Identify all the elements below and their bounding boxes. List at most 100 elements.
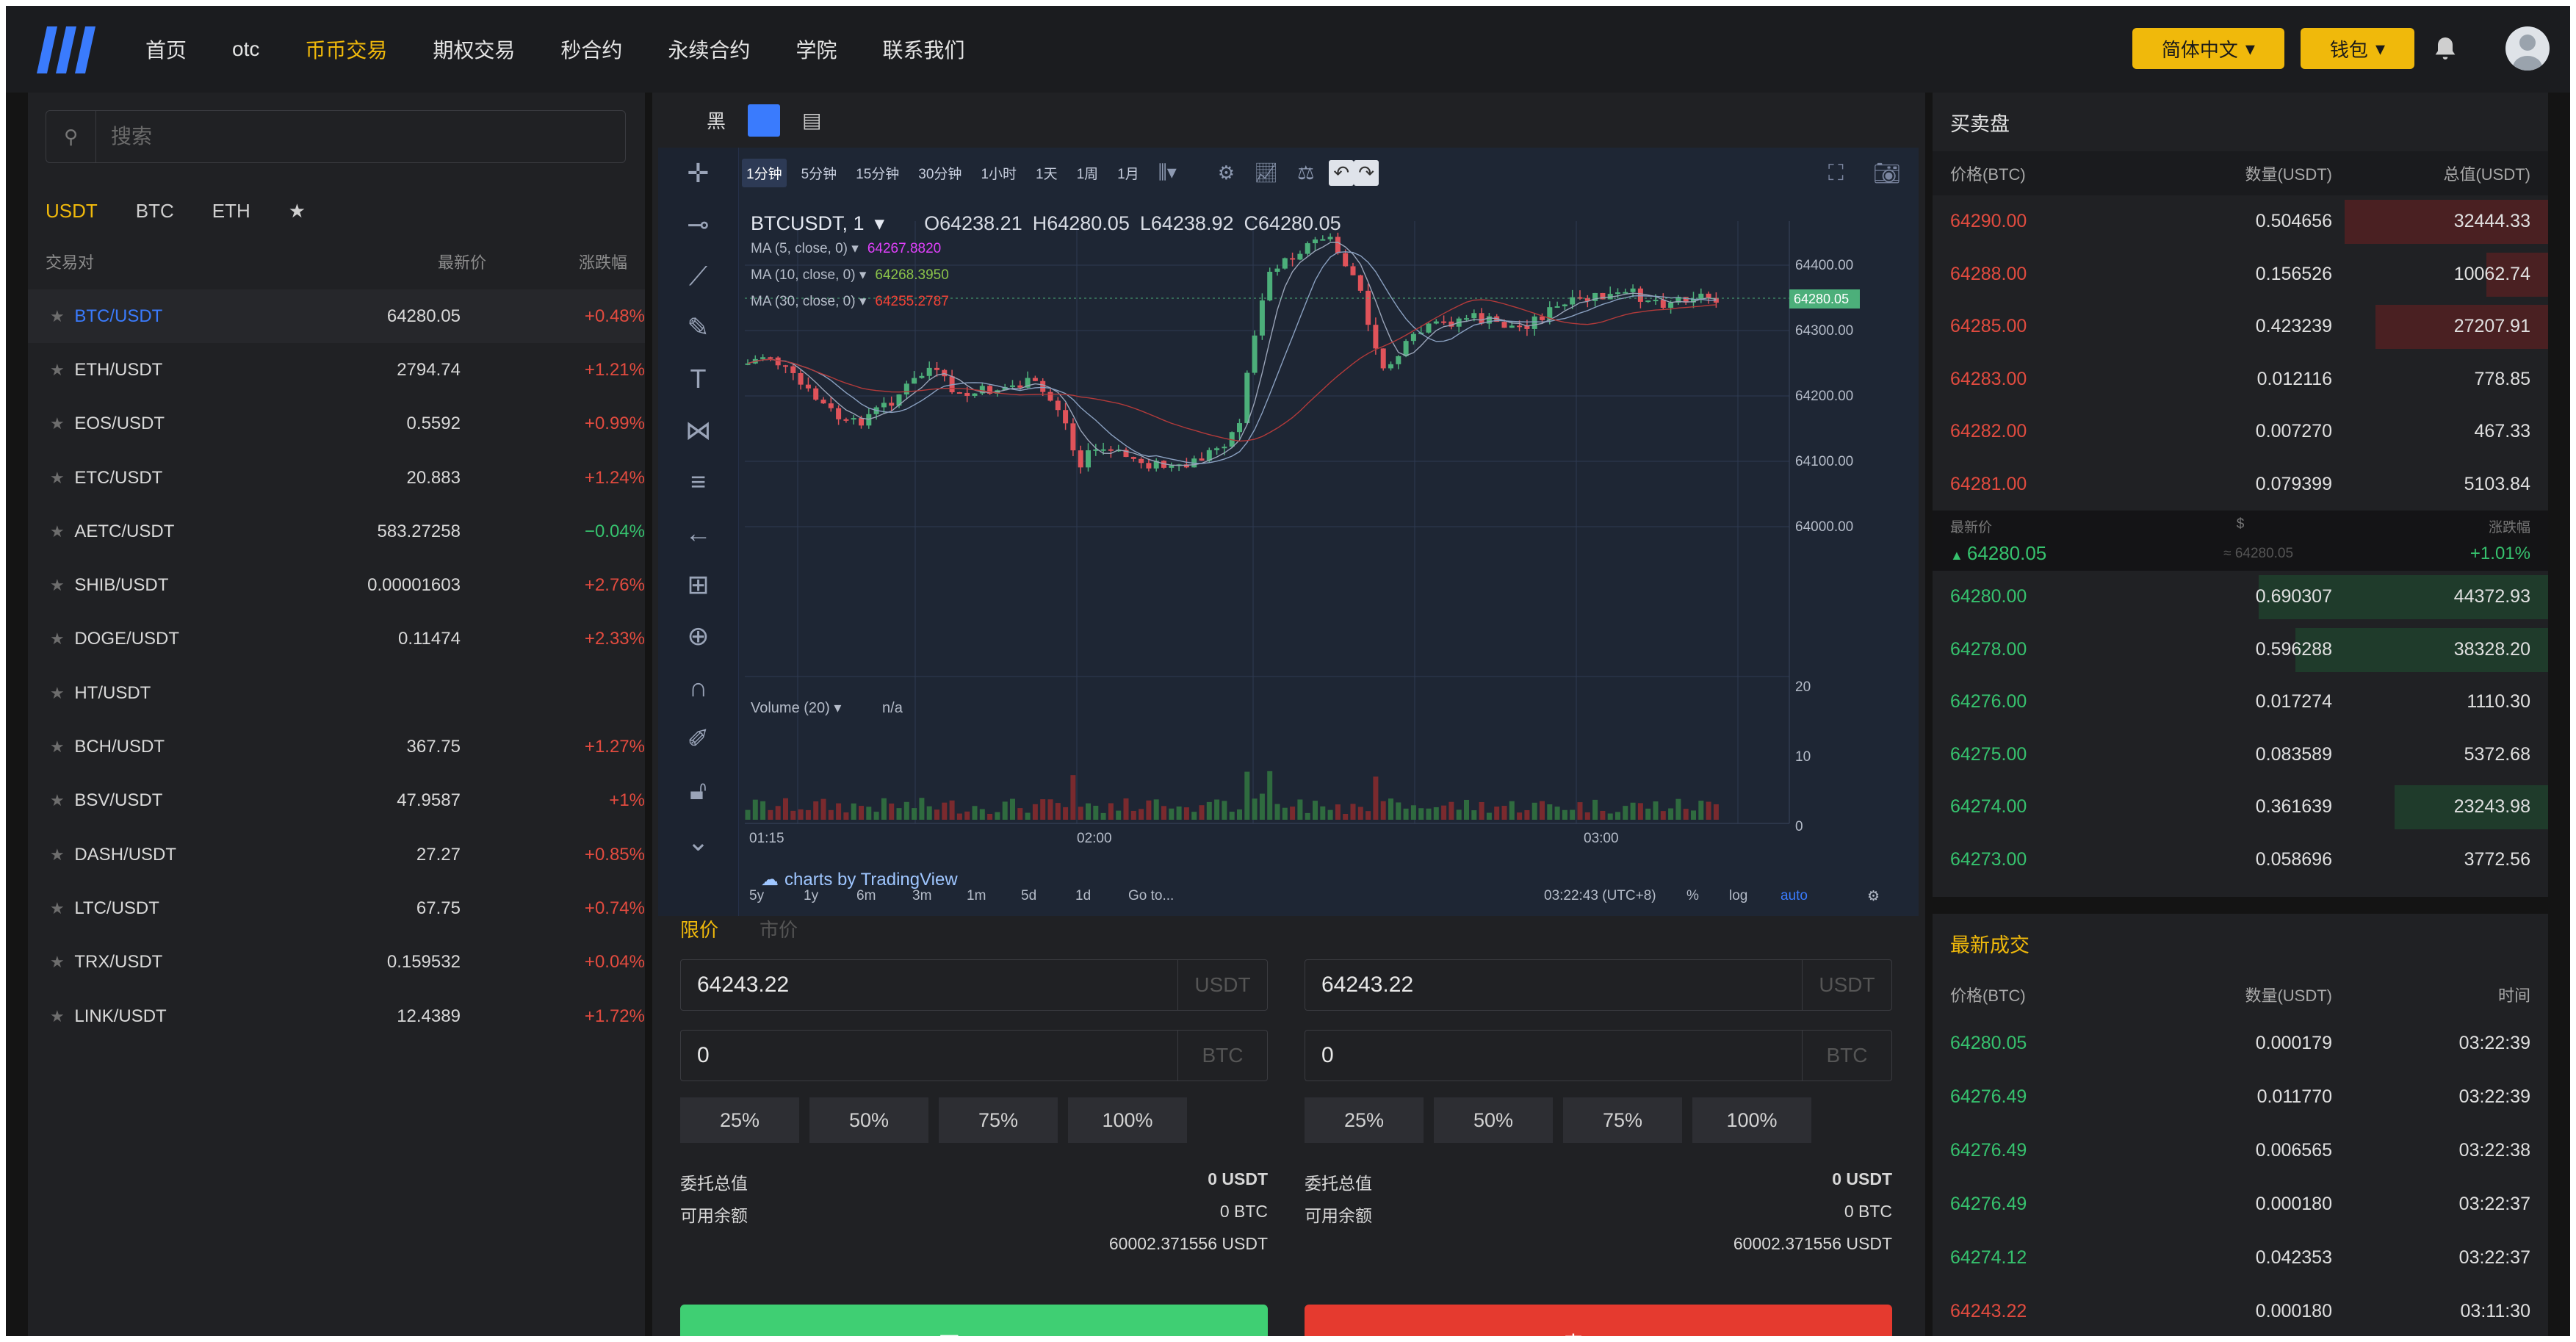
star-icon[interactable]: ★ [50,684,74,703]
ask-row[interactable]: 64282.00 0.007270 467.33 [1933,405,2548,458]
wallet-dropdown[interactable]: 钱包 ▾ [2300,28,2414,69]
market-pair-row[interactable]: ★ DASH/USDT 27.27 +0.85% [28,828,645,881]
star-icon[interactable]: ★ [50,576,74,595]
range-6m[interactable]: 6m [856,888,876,904]
range-1m[interactable]: 1m [967,888,986,904]
market-pair-row[interactable]: ★ ETC/USDT 20.883 +1.24% [28,451,645,505]
market-pair-row[interactable]: ★ TRX/USDT 0.159532 +0.04% [28,936,645,989]
bell-icon[interactable] [2431,34,2460,63]
ruler-icon[interactable]: ⊞ [658,559,738,610]
candle-type-icon[interactable]: ⫼▾ [1154,156,1181,189]
bid-row[interactable]: 64280.00 0.690307 44372.93 [1933,571,2548,624]
tf-1day[interactable]: 1天 [1031,159,1062,187]
tab-favorites[interactable]: ★ [289,200,306,223]
percent-scale-toggle[interactable]: % [1686,888,1699,904]
bid-row[interactable]: 64274.00 0.361639 23243.98 [1933,781,2548,834]
compare-icon[interactable]: ⚖ [1293,157,1318,189]
theme-dark-label[interactable]: 黑 [707,107,726,134]
brush-icon[interactable]: ✎ [658,302,738,353]
tf-5min[interactable]: 5分钟 [797,159,842,187]
chart-settings-icon[interactable]: ⚙ [1867,888,1880,905]
nav-perpetual[interactable]: 永续合约 [668,35,750,64]
ask-row[interactable]: 64290.00 0.504656 32444.33 [1933,195,2548,248]
avatar[interactable] [2505,26,2550,71]
zoom-in-icon[interactable]: ⊕ [658,610,738,662]
star-icon[interactable]: ★ [50,791,74,810]
trend-line-icon[interactable]: ⟋ [658,250,738,302]
star-icon[interactable]: ★ [50,414,74,433]
star-icon[interactable]: ★ [50,737,74,757]
market-pair-row[interactable]: ★ DOGE/USDT 0.11474 +2.33% [28,613,645,666]
tab-btc[interactable]: BTC [136,200,174,223]
tab-market[interactable]: 市价 [760,915,798,942]
market-pair-row[interactable]: ★ AETC/USDT 583.27258 −0.04% [28,505,645,558]
ask-row[interactable]: 64281.00 0.079399 5103.84 [1933,458,2548,511]
bid-row[interactable]: 64275.00 0.083589 5372.68 [1933,729,2548,782]
buy-btc-button[interactable]: 买 BTC [680,1305,1268,1336]
tf-15min[interactable]: 15分钟 [851,159,903,187]
market-pair-row[interactable]: ★ BSV/USDT 47.9587 +1% [28,774,645,828]
market-pair-row[interactable]: ★ LTC/USDT 67.75 +0.74% [28,881,645,935]
redo-icon[interactable]: ↷ [1354,159,1379,186]
market-pair-row[interactable]: ★ EOS/USDT 0.5592 +0.99% [28,397,645,451]
bid-row[interactable]: 64273.00 0.058696 3772.56 [1933,834,2548,887]
undo-icon[interactable]: ↶ [1329,159,1354,186]
range-1d[interactable]: 1d [1075,888,1091,904]
theme-blue-swatch[interactable] [748,104,781,137]
star-icon[interactable]: ★ [50,361,74,380]
symbol-name[interactable]: BTCUSDT, 1 [751,212,865,235]
camera-icon[interactable]: 📷︎ [1873,161,1901,187]
market-pair-row[interactable]: ★ BTC/USDT 64280.05 +0.48% [28,289,645,344]
tab-eth[interactable]: ETH [212,200,250,223]
tf-1min[interactable]: 1分钟 [742,158,787,187]
ask-row[interactable]: 64285.00 0.423239 27207.91 [1933,300,2548,353]
buy-amount-input[interactable]: 0 [681,1031,1177,1081]
market-pair-row[interactable]: ★ LINK/USDT 12.4389 +1.72% [28,989,645,1043]
sell-50-button[interactable]: 50% [1434,1097,1553,1143]
sell-100-button[interactable]: 100% [1692,1097,1811,1143]
buy-price-field[interactable]: 64243.22 USDT [680,959,1268,1011]
fib-icon[interactable]: ≡ [658,456,738,508]
nav-spot-trading[interactable]: 币币交易 [305,35,387,64]
settings-gear-icon[interactable]: ⚙ [1213,157,1239,189]
auto-scale-toggle[interactable]: auto [1781,888,1808,904]
crosshair-icon[interactable]: ✛ [658,148,738,199]
nav-second-contract[interactable]: 秒合约 [560,35,622,64]
pattern-icon[interactable]: ⋈ [658,405,738,456]
range-3m[interactable]: 3m [912,888,931,904]
horizontal-line-icon[interactable]: ⊸ [658,199,738,250]
tf-30min[interactable]: 30分钟 [914,159,966,187]
tab-limit[interactable]: 限价 [680,915,718,942]
range-1y[interactable]: 1y [804,888,818,904]
buy-100-button[interactable]: 100% [1068,1097,1187,1143]
sell-price-input[interactable]: 64243.22 [1305,960,1802,1010]
bid-row[interactable]: 64276.00 0.017274 1110.30 [1933,676,2548,729]
tab-usdt[interactable]: USDT [46,200,98,223]
go-to-date[interactable]: Go to... [1128,888,1174,904]
star-icon[interactable]: ★ [50,522,74,541]
buy-amount-field[interactable]: 0 BTC [680,1030,1268,1081]
tradingview-chart[interactable]: ✛ ⊸ ⟋ ✎ T ⋈ ≡ ← ⊞ ⊕ ∩ ✐ 🔓︎ ⌄ 1分钟 5分钟 15分… [658,148,1919,916]
nav-academy[interactable]: 学院 [795,35,837,64]
tf-1week[interactable]: 1周 [1072,159,1103,187]
lock-drawing-icon[interactable]: ✐ [658,713,738,765]
chevron-down-icon[interactable]: ⌄ [658,816,738,867]
sell-amount-input[interactable]: 0 [1305,1031,1802,1081]
star-icon[interactable]: ★ [50,1007,74,1026]
sell-price-field[interactable]: 64243.22 USDT [1305,959,1892,1011]
star-icon[interactable]: ★ [50,469,74,488]
star-icon[interactable]: ★ [50,953,74,972]
sell-btc-button[interactable]: 卖 BTC [1305,1305,1892,1336]
buy-75-button[interactable]: 75% [939,1097,1058,1143]
brand-logo[interactable] [28,24,101,75]
buy-25-button[interactable]: 25% [680,1097,799,1143]
language-dropdown[interactable]: 简体中文 ▾ [2132,28,2284,69]
market-pair-row[interactable]: ★ HT/USDT [28,666,645,720]
nav-options[interactable]: 期权交易 [433,35,515,64]
star-icon[interactable]: ★ [50,899,74,918]
range-5d[interactable]: 5d [1021,888,1036,904]
ask-row[interactable]: 64283.00 0.012116 778.85 [1933,353,2548,406]
bid-row[interactable]: 64278.00 0.596288 38328.20 [1933,624,2548,677]
tf-1hour[interactable]: 1小时 [976,159,1021,187]
sell-25-button[interactable]: 25% [1305,1097,1424,1143]
